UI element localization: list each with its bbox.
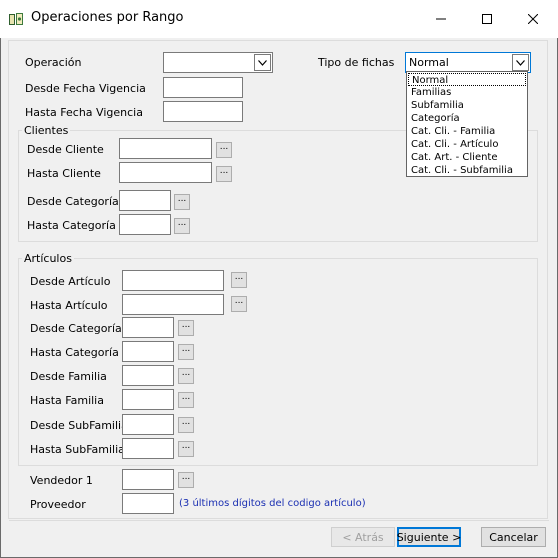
close-button[interactable]: [510, 0, 556, 38]
dropdown-option-normal[interactable]: Normal: [408, 73, 526, 86]
tipo-fichas-dropdown-button[interactable]: [512, 54, 529, 71]
hasta-subfamilia-input[interactable]: [122, 438, 174, 459]
chevron-down-icon: [258, 59, 267, 66]
proveedor-input[interactable]: [122, 493, 174, 514]
hasta-subfamilia-label: Hasta SubFamilia: [30, 443, 125, 456]
window-title: Operaciones por Rango: [31, 10, 184, 25]
maximize-button[interactable]: [464, 0, 510, 38]
dropdown-option-cat-cli-familia[interactable]: Cat. Cli. - Familia: [408, 125, 526, 138]
hasta-articulo-label: Hasta Artículo: [30, 299, 108, 312]
hasta-familia-label: Hasta Familia: [30, 394, 104, 407]
proveedor-label: Proveedor: [30, 498, 86, 511]
desde-fecha-input[interactable]: [163, 77, 243, 98]
button-separator: [9, 520, 549, 521]
hasta-cliente-browse-button[interactable]: ...: [216, 166, 232, 182]
hasta-categoria-cliente-input[interactable]: [119, 214, 171, 235]
desde-cliente-input[interactable]: [119, 138, 212, 159]
operacion-dropdown-button[interactable]: [254, 54, 271, 71]
desde-categoria-cliente-label: Desde Categoría: [27, 195, 119, 208]
hasta-articulo-browse-button[interactable]: ...: [231, 296, 247, 312]
vendedor-input[interactable]: [122, 469, 174, 490]
maximize-icon: [482, 14, 492, 24]
hasta-categoria-articulo-browse-button[interactable]: ...: [178, 344, 194, 360]
desde-categoria-cliente-browse-button[interactable]: ...: [174, 194, 190, 210]
desde-subfamilia-browse-button[interactable]: ...: [178, 417, 194, 433]
minimize-icon: [436, 18, 446, 20]
chevron-down-icon: [516, 59, 525, 66]
hasta-categoria-cliente-browse-button[interactable]: ...: [174, 218, 190, 234]
hasta-articulo-input[interactable]: [122, 294, 224, 315]
desde-articulo-input[interactable]: [122, 270, 224, 291]
desde-articulo-browse-button[interactable]: ...: [231, 272, 247, 288]
desde-familia-input[interactable]: [122, 365, 174, 386]
hasta-subfamilia-browse-button[interactable]: ...: [178, 441, 194, 457]
hasta-fecha-label: Hasta Fecha Vigencia: [25, 106, 143, 119]
operacion-select[interactable]: [163, 52, 273, 73]
dropdown-option-categoria[interactable]: Categoría: [408, 112, 526, 125]
hasta-categoria-articulo-label: Hasta Categoría: [30, 346, 119, 359]
hasta-categoria-articulo-input[interactable]: [122, 341, 174, 362]
desde-categoria-cliente-input[interactable]: [119, 190, 171, 211]
minimize-button[interactable]: [418, 0, 464, 38]
hasta-categoria-cliente-label: Hasta Categoría: [27, 219, 116, 232]
title-bar: Operaciones por Rango: [0, 0, 558, 38]
desde-categoria-articulo-browse-button[interactable]: ...: [178, 320, 194, 336]
desde-articulo-label: Desde Artículo: [30, 275, 111, 288]
tipo-fichas-dropdown-list: Normal Familias Subfamilia Categoría Cat…: [406, 71, 528, 177]
desde-subfamilia-label: Desde SubFamilia: [30, 419, 128, 432]
hasta-fecha-input[interactable]: [163, 101, 243, 122]
tipo-fichas-select[interactable]: Normal: [405, 52, 531, 73]
money-icon: [9, 13, 23, 25]
desde-familia-label: Desde Familia: [30, 370, 107, 383]
siguiente-button[interactable]: Siguiente >: [397, 527, 461, 547]
dropdown-option-cat-cli-articulo[interactable]: Cat. Cli. - Artículo: [408, 138, 526, 151]
desde-cliente-browse-button[interactable]: ...: [216, 142, 232, 158]
desde-categoria-articulo-label: Desde Categoría: [30, 322, 122, 335]
dropdown-option-cat-art-cliente[interactable]: Cat. Art. - Cliente: [408, 151, 526, 164]
tipo-fichas-label: Tipo de fichas: [318, 56, 395, 69]
desde-familia-browse-button[interactable]: ...: [178, 368, 194, 384]
dropdown-option-familias[interactable]: Familias: [408, 86, 526, 99]
hasta-familia-input[interactable]: [122, 389, 174, 410]
hasta-cliente-label: Hasta Cliente: [27, 167, 101, 180]
vendedor-label: Vendedor 1: [30, 474, 93, 487]
articulos-group: [18, 258, 538, 466]
close-icon: [528, 14, 538, 24]
hasta-cliente-input[interactable]: [119, 162, 212, 183]
desde-subfamilia-input[interactable]: [122, 414, 174, 435]
operacion-label: Operación: [25, 56, 82, 69]
cancelar-button[interactable]: Cancelar: [481, 527, 546, 547]
vendedor-browse-button[interactable]: ...: [178, 472, 194, 488]
desde-fecha-label: Desde Fecha Vigencia: [25, 82, 146, 95]
desde-cliente-label: Desde Cliente: [27, 143, 104, 156]
tipo-fichas-value: Normal: [409, 56, 449, 69]
hasta-familia-browse-button[interactable]: ...: [178, 392, 194, 408]
proveedor-hint: (3 últimos dígitos del codigo artículo): [179, 498, 366, 509]
dropdown-option-subfamilia[interactable]: Subfamilia: [408, 99, 526, 112]
clientes-group-title: Clientes: [22, 124, 71, 137]
articulos-group-title: Artículos: [22, 252, 74, 265]
desde-categoria-articulo-input[interactable]: [122, 317, 174, 338]
atras-button[interactable]: < Atrás: [331, 527, 395, 547]
dropdown-option-cat-cli-subfamilia[interactable]: Cat. Cli. - Subfamilia: [408, 164, 526, 177]
